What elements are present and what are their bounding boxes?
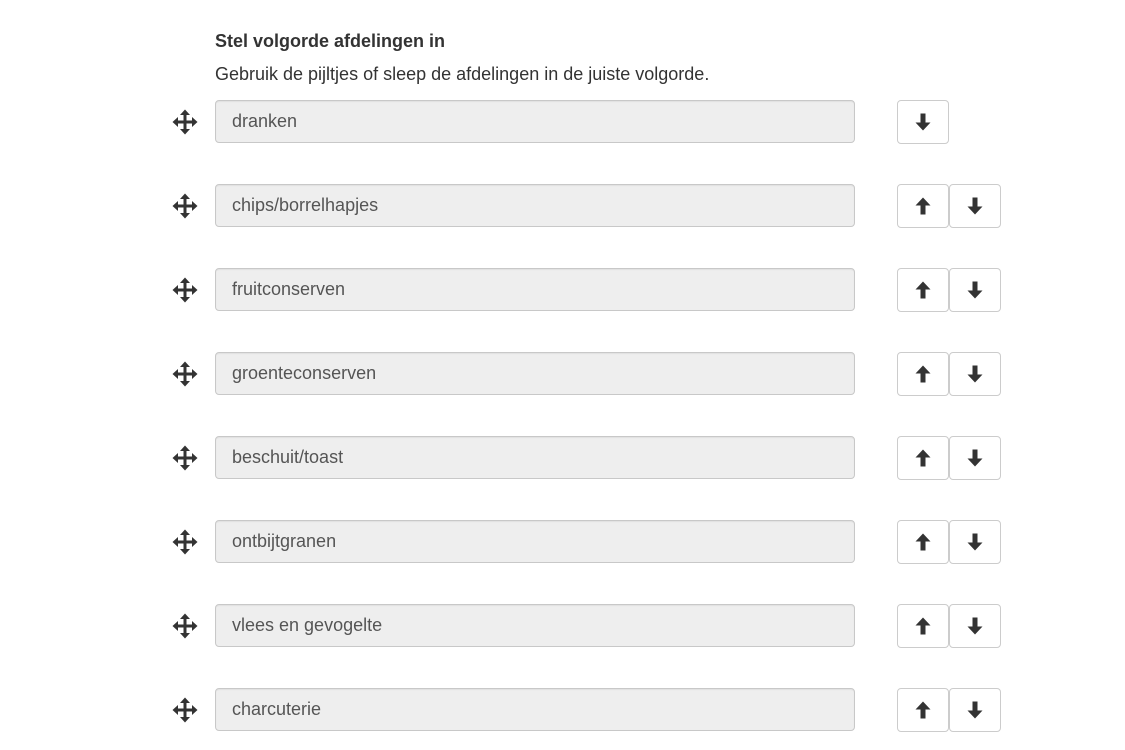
department-field[interactable]: ontbijtgranen xyxy=(215,520,855,563)
move-arrows-icon[interactable] xyxy=(172,193,198,219)
move-arrows-icon[interactable] xyxy=(172,445,198,471)
arrow-down-icon xyxy=(967,365,983,383)
move-arrows-icon[interactable] xyxy=(172,361,198,387)
move-down-button[interactable] xyxy=(949,436,1001,480)
arrow-down-icon xyxy=(967,617,983,635)
arrow-down-icon xyxy=(967,449,983,467)
move-arrows-icon[interactable] xyxy=(172,613,198,639)
arrow-up-icon xyxy=(915,533,931,551)
move-up-button[interactable] xyxy=(897,184,949,228)
department-row[interactable]: chips/borrelhapjes xyxy=(0,184,1125,230)
move-down-button[interactable] xyxy=(949,184,1001,228)
move-down-button[interactable] xyxy=(897,100,949,144)
department-row[interactable]: fruitconserven xyxy=(0,268,1125,314)
arrow-up-icon xyxy=(915,197,931,215)
arrow-up-icon xyxy=(915,701,931,719)
move-down-button[interactable] xyxy=(949,520,1001,564)
arrow-down-icon xyxy=(967,197,983,215)
move-arrows-icon[interactable] xyxy=(172,697,198,723)
department-row[interactable]: ontbijtgranen xyxy=(0,520,1125,566)
department-field[interactable]: chips/borrelhapjes xyxy=(215,184,855,227)
department-field[interactable]: groenteconserven xyxy=(215,352,855,395)
arrow-up-icon xyxy=(915,365,931,383)
arrow-down-icon xyxy=(967,281,983,299)
department-row[interactable]: dranken xyxy=(0,100,1125,146)
move-down-button[interactable] xyxy=(949,688,1001,732)
arrow-down-icon xyxy=(967,701,983,719)
arrow-up-icon xyxy=(915,449,931,467)
arrow-down-icon xyxy=(967,533,983,551)
department-order-list: dranken chips/borrelhapjes fruitconserven g… xyxy=(0,0,1125,750)
department-row[interactable]: charcuterie xyxy=(0,688,1125,734)
department-field[interactable]: beschuit/toast xyxy=(215,436,855,479)
move-up-button[interactable] xyxy=(897,520,949,564)
move-down-button[interactable] xyxy=(949,268,1001,312)
department-field[interactable]: vlees en gevogelte xyxy=(215,604,855,647)
move-arrows-icon[interactable] xyxy=(172,109,198,135)
arrow-down-icon xyxy=(915,113,931,131)
department-field[interactable]: fruitconserven xyxy=(215,268,855,311)
arrow-up-icon xyxy=(915,281,931,299)
move-down-button[interactable] xyxy=(949,604,1001,648)
arrow-up-icon xyxy=(915,617,931,635)
move-arrows-icon[interactable] xyxy=(172,277,198,303)
move-up-button[interactable] xyxy=(897,604,949,648)
department-row[interactable]: beschuit/toast xyxy=(0,436,1125,482)
department-row[interactable]: groenteconserven xyxy=(0,352,1125,398)
move-arrows-icon[interactable] xyxy=(172,529,198,555)
department-field[interactable]: charcuterie xyxy=(215,688,855,731)
move-up-button[interactable] xyxy=(897,268,949,312)
move-up-button[interactable] xyxy=(897,688,949,732)
department-row[interactable]: vlees en gevogelte xyxy=(0,604,1125,650)
move-up-button[interactable] xyxy=(897,436,949,480)
move-down-button[interactable] xyxy=(949,352,1001,396)
move-up-button[interactable] xyxy=(897,352,949,396)
department-field[interactable]: dranken xyxy=(215,100,855,143)
